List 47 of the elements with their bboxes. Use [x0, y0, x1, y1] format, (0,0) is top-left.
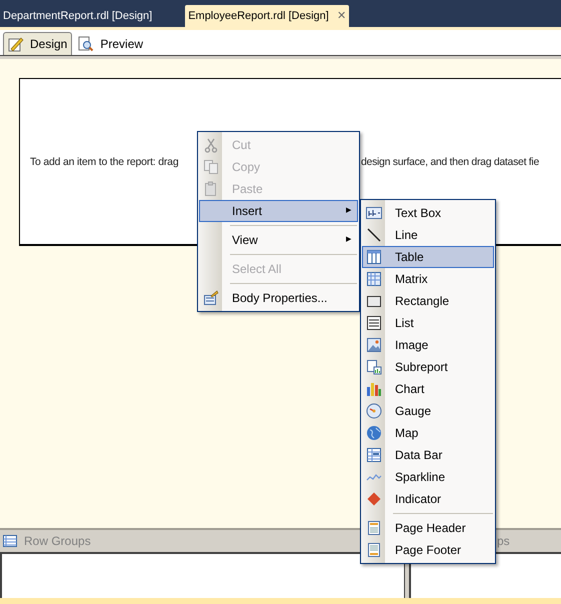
- text-box-icon: [366, 205, 382, 221]
- menu-item[interactable]: Indicator: [362, 488, 494, 510]
- menu-item[interactable]: Data Bar: [362, 444, 494, 466]
- menu-item[interactable]: Table: [362, 246, 494, 268]
- data-bar-icon: [366, 447, 382, 463]
- menu-item[interactable]: List: [362, 312, 494, 334]
- menu-item[interactable]: Text Box: [362, 202, 494, 224]
- list-icon: [2, 533, 18, 549]
- hint-text: design surface, and then drag dataset fie: [361, 154, 539, 170]
- menu-item[interactable]: Image: [362, 334, 494, 356]
- table-icon: [366, 249, 382, 265]
- menu-item[interactable]: Subreport: [362, 356, 494, 378]
- menu-item[interactable]: Page Footer: [362, 539, 494, 561]
- subreport-icon: [366, 359, 382, 375]
- menu-item[interactable]: Body Properties...: [199, 287, 358, 309]
- matrix-icon: [366, 271, 382, 287]
- menu-item[interactable]: Sparkline: [362, 466, 494, 488]
- image-icon: [366, 337, 382, 353]
- pane-title: ps: [497, 533, 510, 550]
- menu-item[interactable]: Rectangle: [362, 290, 494, 312]
- diamond-icon: [366, 491, 382, 507]
- menu-item[interactable]: Gauge: [362, 400, 494, 422]
- document-tab[interactable]: DepartmentReport.rdl [Design]: [0, 5, 156, 27]
- menu-item[interactable]: Line: [362, 224, 494, 246]
- gauge-icon: [366, 403, 382, 419]
- document-tab[interactable]: EmployeeReport.rdl [Design] ✕: [185, 5, 349, 27]
- scissors-icon: [203, 137, 219, 153]
- rectangle-icon: [366, 293, 382, 309]
- hint-text: To add an item to the report: drag: [30, 154, 180, 170]
- globe-icon: [366, 425, 382, 441]
- menu-item[interactable]: Chart: [362, 378, 494, 400]
- copy-icon: [203, 159, 219, 175]
- menu-item[interactable]: Page Header: [362, 517, 494, 539]
- line-icon: [366, 227, 382, 243]
- properties-icon: [203, 290, 219, 306]
- view-tab[interactable]: Design: [3, 32, 72, 55]
- chart-icon: [366, 381, 382, 397]
- menu-item[interactable]: Matrix: [362, 268, 494, 290]
- page-header-icon: [366, 520, 382, 536]
- list-icon: [366, 315, 382, 331]
- pencil-ruler-icon: [8, 36, 24, 52]
- close-icon[interactable]: ✕: [336, 8, 346, 24]
- magnifier-page-icon: [78, 36, 94, 52]
- page-footer-icon: [366, 542, 382, 558]
- menu-item[interactable]: Map: [362, 422, 494, 444]
- clipboard-icon: [203, 181, 219, 197]
- view-tab[interactable]: Preview: [74, 32, 148, 55]
